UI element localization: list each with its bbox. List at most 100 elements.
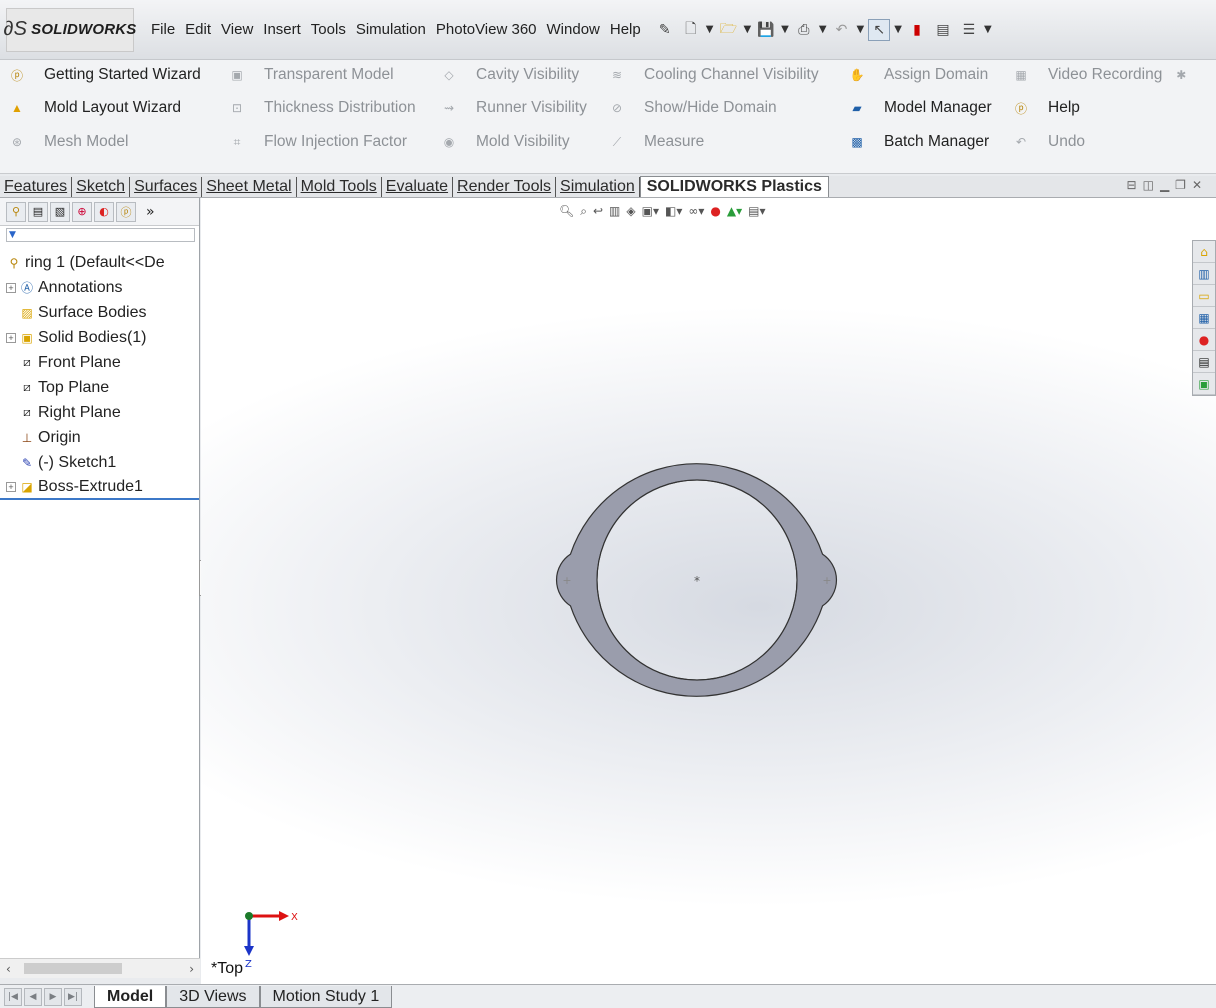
getting-started-wizard-button[interactable]: ⓟ Getting Started Wizard (8, 64, 201, 86)
undo-dropdown-icon[interactable]: ▼ (857, 24, 865, 35)
prev-tab-icon[interactable]: ◀ (24, 987, 42, 1006)
cooling-channel-visibility-button[interactable]: ≋ Cooling Channel Visibility (608, 64, 819, 86)
mold-layout-wizard-button[interactable]: ▲ Mold Layout Wizard (8, 97, 181, 119)
menu-simulation[interactable]: Simulation (351, 21, 431, 38)
tab-render-tools[interactable]: Render Tools (453, 177, 557, 197)
runner-visibility-button[interactable]: ⇝ Runner Visibility (440, 97, 587, 119)
appearances-icon[interactable]: ● (1193, 329, 1215, 351)
ring-part[interactable]: * + + (555, 463, 838, 697)
options-dropdown-icon[interactable]: ▼ (984, 24, 992, 35)
horizontal-scrollbar[interactable]: ‹ › (0, 958, 200, 978)
menu-tools[interactable]: Tools (306, 21, 351, 38)
open-folder-icon[interactable]: 🗁 (717, 19, 739, 41)
tab-mold-tools[interactable]: Mold Tools (297, 177, 382, 197)
flow-injection-factor-button[interactable]: ⌗ Flow Injection Factor (228, 131, 407, 153)
expand-icon[interactable]: + (6, 481, 16, 492)
tab-motion-study-1[interactable]: Motion Study 1 (259, 985, 393, 1008)
next-tab-icon[interactable]: ▶ (44, 987, 62, 1006)
tree-item-boss-extrude1[interactable]: + ◪ Boss-Extrude1 (0, 475, 199, 500)
menu-window[interactable]: Window (542, 21, 605, 38)
tree-item-top-plane[interactable]: ⧄ Top Plane (0, 375, 199, 400)
menu-file[interactable]: File (146, 21, 180, 38)
tree-item-surface-bodies[interactable]: ▨ Surface Bodies (0, 300, 199, 325)
tab-surfaces[interactable]: Surfaces (130, 177, 203, 197)
tab-model[interactable]: Model (94, 985, 167, 1008)
configuration-manager-icon[interactable]: ▧ (50, 201, 70, 222)
solidworks-resources-icon[interactable]: ⌂ (1193, 241, 1215, 263)
last-tab-icon[interactable]: ▶| (64, 987, 82, 1006)
file-explorer-icon[interactable]: ▭ (1193, 285, 1215, 307)
graphics-area[interactable]: 🔍︎ ⌕ ↩ ▥ ◈ ▣▾ ◧▾ ∞▾ ● ▲▾ ▤▾ * + + X Z ⌂ … (201, 198, 1216, 984)
tree-item-right-plane[interactable]: ⧄ Right Plane (0, 400, 199, 425)
mold-visibility-button[interactable]: ◉ Mold Visibility (440, 131, 570, 153)
tab-3d-views[interactable]: 3D Views (166, 985, 260, 1008)
tab-evaluate[interactable]: Evaluate (382, 177, 454, 197)
display-manager-icon[interactable]: ◐ (94, 201, 114, 222)
tree-item-annotations[interactable]: + Ⓐ Annotations (0, 275, 199, 300)
pin-toolbar-icon[interactable]: ✱ (1172, 67, 1190, 83)
dimxpert-icon[interactable]: ⊕ (72, 201, 92, 222)
tree-item-origin[interactable]: ⊥ Origin (0, 425, 199, 450)
tree-item-front-plane[interactable]: ⧄ Front Plane (0, 350, 199, 375)
more-tabs-icon[interactable]: » (146, 204, 155, 220)
options-icon[interactable]: ☰ (958, 19, 980, 41)
model-manager-button[interactable]: ▰ Model Manager (848, 97, 991, 119)
select-pointer-icon[interactable]: ↖ (868, 18, 891, 41)
undo-button[interactable]: ↶ Undo (1012, 131, 1085, 153)
save-dropdown-icon[interactable]: ▼ (781, 24, 789, 35)
tree-filter[interactable]: ▼ (6, 228, 195, 242)
tab-sketch[interactable]: Sketch (72, 177, 131, 197)
save-icon[interactable]: 💾 (755, 19, 777, 41)
tab-sheet-metal[interactable]: Sheet Metal (202, 177, 297, 197)
tile-vertical-icon[interactable]: ◫ (1143, 178, 1154, 192)
scroll-left-icon[interactable]: ‹ (6, 962, 11, 976)
tab-solidworks-plastics[interactable]: SOLIDWORKS Plastics (639, 176, 829, 197)
video-recording-button[interactable]: ▦ Video Recording ✱ (1012, 64, 1190, 86)
mesh-model-button[interactable]: ⊛ Mesh Model (8, 131, 128, 153)
minimize-icon[interactable]: ▁ (1160, 178, 1169, 192)
tree-item-sketch1[interactable]: ✎ (-) Sketch1 (0, 450, 199, 475)
menu-view[interactable]: View (216, 21, 258, 38)
restore-icon[interactable]: ❐ (1175, 178, 1186, 192)
plastics-tasks-icon[interactable]: ▣ (1193, 373, 1215, 395)
first-tab-icon[interactable]: |◀ (4, 987, 22, 1006)
show-hide-domain-button[interactable]: ⊘ Show/Hide Domain (608, 97, 777, 119)
custom-properties-icon[interactable]: ▤ (1193, 351, 1215, 373)
design-library-icon[interactable]: ▥ (1193, 263, 1215, 285)
menu-help[interactable]: Help (605, 21, 646, 38)
expand-icon[interactable]: + (6, 332, 16, 343)
property-manager-icon[interactable]: ▤ (28, 201, 48, 222)
new-dropdown-icon[interactable]: ▼ (706, 24, 714, 35)
transparent-model-button[interactable]: ▣ Transparent Model (228, 64, 393, 86)
solidworks-logo[interactable]: ∂S SOLIDWORKS (4, 7, 136, 52)
select-dropdown-icon[interactable]: ▼ (894, 24, 902, 35)
print-dropdown-icon[interactable]: ▼ (819, 24, 827, 35)
cavity-visibility-button[interactable]: ◇ Cavity Visibility (440, 64, 579, 86)
undo-icon[interactable]: ↶ (831, 19, 853, 41)
tree-root-part[interactable]: ⚲ ring 1 (Default<<De (0, 250, 199, 275)
open-dropdown-icon[interactable]: ▼ (743, 24, 751, 35)
menu-insert[interactable]: Insert (258, 21, 306, 38)
tab-features[interactable]: Features (0, 177, 73, 197)
expand-icon[interactable]: + (6, 282, 16, 293)
assign-domain-button[interactable]: ✋ Assign Domain (848, 64, 989, 86)
scroll-right-icon[interactable]: › (189, 962, 194, 976)
thickness-distribution-button[interactable]: ⊡ Thickness Distribution (228, 97, 416, 119)
menu-edit[interactable]: Edit (180, 21, 216, 38)
print-icon[interactable]: ⎙ (793, 19, 815, 41)
tree-item-solid-bodies[interactable]: + ▣ Solid Bodies(1) (0, 325, 199, 350)
tile-horizontal-icon[interactable]: ⊟ (1127, 178, 1137, 192)
scroll-thumb[interactable] (24, 963, 122, 974)
plastics-manager-icon[interactable]: ⓟ (116, 201, 136, 222)
batch-manager-button[interactable]: ▩ Batch Manager (848, 131, 989, 153)
rebuild-icon[interactable]: ▮ (906, 19, 928, 41)
file-properties-icon[interactable]: ▤ (932, 19, 954, 41)
new-document-icon[interactable]: 🗋 (680, 19, 702, 41)
view-palette-icon[interactable]: ▦ (1193, 307, 1215, 329)
help-button[interactable]: ⓟ Help (1012, 97, 1080, 119)
tab-simulation[interactable]: Simulation (556, 177, 640, 197)
pin-icon[interactable]: ✎ (654, 19, 676, 41)
measure-button[interactable]: ⟋ Measure (608, 131, 705, 153)
feature-tree-icon[interactable]: ⚲ (6, 201, 26, 222)
close-icon[interactable]: ✕ (1192, 178, 1202, 192)
